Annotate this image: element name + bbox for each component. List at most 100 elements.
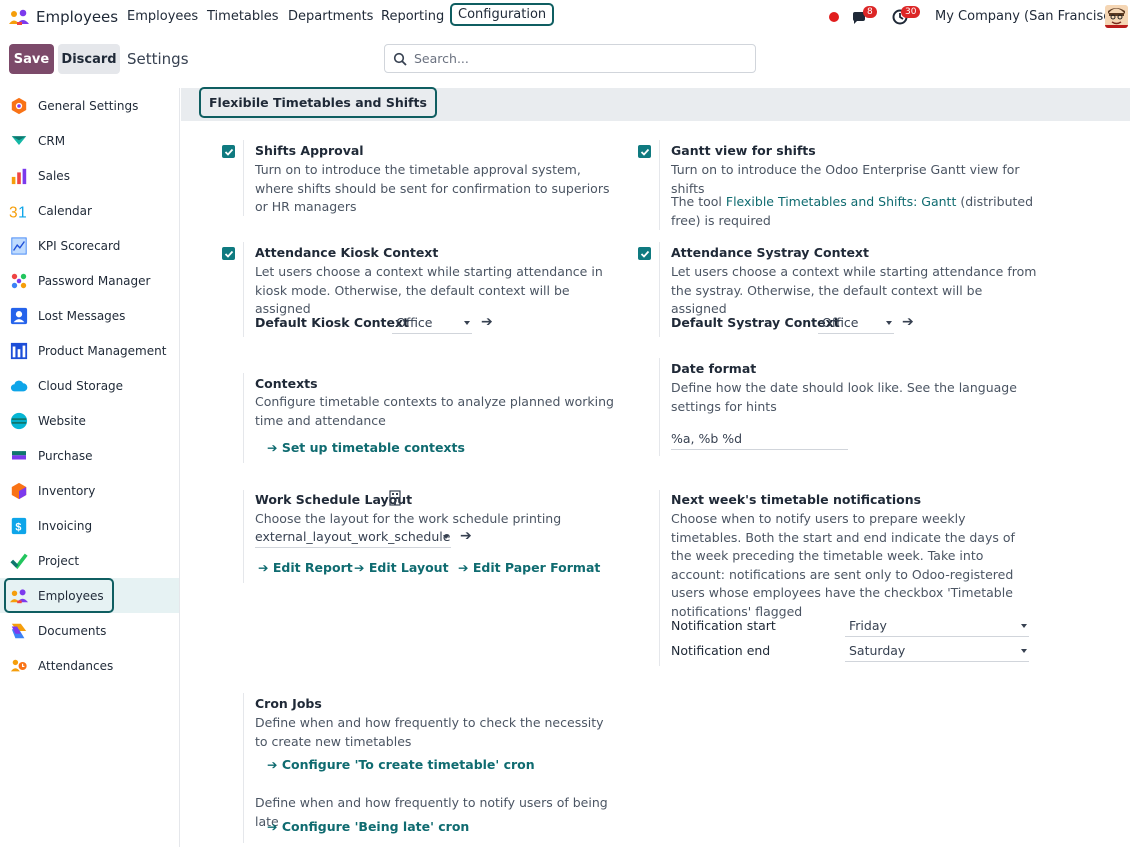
section-title: Flexibile Timetables and Shifts [199, 87, 437, 118]
chevron-down-icon [886, 321, 892, 325]
edit-paper-format-link[interactable]: ➔ Edit Paper Format [458, 560, 600, 575]
crm-icon [9, 131, 29, 151]
calendar-icon: 31 [9, 201, 29, 221]
systray-context-checkbox[interactable] [638, 247, 651, 260]
sidebar-item-sales[interactable]: Sales [0, 158, 179, 193]
sidebar-item-password-manager[interactable]: Password Manager [0, 263, 179, 298]
shifts-approval-desc: Turn on to introduce the timetable appro… [255, 162, 610, 214]
messages-badge: 8 [863, 6, 877, 18]
status-dot-icon[interactable] [829, 12, 839, 22]
sidebar-item-general-settings[interactable]: General Settings [0, 88, 179, 123]
contexts-title: Contexts [255, 376, 318, 391]
top-navbar: Employees Employees Timetables Departmen… [0, 0, 1130, 34]
notification-start-label: Notification start [671, 618, 776, 633]
save-button[interactable]: Save [9, 44, 54, 74]
gantt-view-checkbox[interactable] [638, 145, 651, 158]
default-systray-context-label: Default Systray Context [671, 315, 840, 330]
sidebar-item-calendar[interactable]: 31 Calendar [0, 193, 179, 228]
sidebar-item-inventory[interactable]: Inventory [0, 473, 179, 508]
sidebar-item-invoicing[interactable]: $ Invoicing [0, 508, 179, 543]
notification-start-value: Friday [849, 618, 887, 633]
sidebar-item-label: Password Manager [38, 273, 151, 288]
gantt-tool-link[interactable]: Flexible Timetables and Shifts: Gantt [726, 194, 956, 209]
breadcrumb: Settings [127, 50, 189, 68]
setup-timetable-contexts-label: Set up timetable contexts [281, 440, 465, 455]
default-systray-context-select[interactable]: Office [818, 314, 894, 334]
gantt-tool-prefix: The tool [671, 194, 726, 209]
work-schedule-open-arrow-icon[interactable]: ➔ [460, 528, 472, 544]
shifts-approval-checkbox[interactable] [222, 145, 235, 158]
purchase-icon [9, 446, 29, 466]
invoicing-icon: $ [9, 516, 29, 536]
notifications-title: Next week's timetable notifications [671, 492, 922, 507]
date-format-title: Date format [671, 361, 757, 376]
menu-timetables[interactable]: Timetables [207, 9, 279, 24]
app-title[interactable]: Employees [36, 8, 118, 26]
settings-sidebar: General Settings CRM Sales 31 Calendar K… [0, 88, 180, 847]
setup-timetable-contexts-link[interactable]: ➔ Set up timetable contexts [267, 440, 465, 455]
general-settings-icon [9, 96, 29, 116]
sidebar-item-attendances[interactable]: Attendances [0, 648, 179, 683]
chevron-down-icon [443, 535, 449, 539]
sidebar-item-employees[interactable]: Employees [0, 578, 179, 613]
edit-layout-link[interactable]: ➔ Edit Layout [354, 560, 449, 575]
sidebar-item-label: Invoicing [38, 518, 93, 533]
sidebar-item-label: Product Management [38, 343, 167, 358]
systray-context-desc: Let users choose a context while startin… [671, 264, 1037, 316]
discard-button[interactable]: Discard [58, 44, 120, 74]
sidebar-item-label: Website [38, 413, 86, 428]
setting-divider [243, 490, 244, 583]
date-format-input[interactable]: %a, %b %d [671, 430, 848, 450]
setting-divider [243, 140, 244, 216]
default-kiosk-context-value: Office [396, 315, 433, 330]
sidebar-item-purchase[interactable]: Purchase [0, 438, 179, 473]
sidebar-item-cloud-storage[interactable]: Cloud Storage [0, 368, 179, 403]
menu-reporting[interactable]: Reporting [381, 9, 444, 24]
user-avatar[interactable] [1105, 5, 1128, 28]
sidebar-item-label: Cloud Storage [38, 378, 124, 393]
company-switcher[interactable]: My Company (San Francisco) [935, 9, 1123, 24]
default-kiosk-context-select[interactable]: Office [392, 314, 472, 334]
configure-create-timetable-cron-link[interactable]: ➔ Configure 'To create timetable' cron [267, 757, 535, 772]
menu-configuration[interactable]: Configuration [450, 3, 555, 26]
inventory-icon [9, 481, 29, 501]
sidebar-item-label: Project [38, 553, 80, 568]
setting-divider [659, 242, 660, 337]
sidebar-item-label: Purchase [38, 448, 93, 463]
gantt-tool-note: The tool Flexible Timetables and Shifts:… [671, 193, 1041, 230]
systray-context-open-arrow-icon[interactable]: ➔ [902, 314, 914, 330]
sidebar-item-lost-messages[interactable]: Lost Messages [0, 298, 179, 333]
product-management-icon [9, 341, 29, 361]
search-box[interactable] [384, 44, 756, 73]
setting-divider [243, 373, 244, 463]
work-schedule-layout-select[interactable]: external_layout_work_schedule [255, 528, 451, 548]
systray-context-title: Attendance Systray Context [671, 245, 869, 260]
sales-icon [9, 166, 29, 186]
employees-app-icon[interactable] [8, 7, 30, 27]
sidebar-item-kpi-scorecard[interactable]: KPI Scorecard [0, 228, 179, 263]
shifts-approval-title: Shifts Approval [255, 143, 364, 158]
notification-end-select[interactable]: Saturday [845, 642, 1029, 662]
search-input[interactable] [414, 51, 734, 66]
sidebar-item-crm[interactable]: CRM [0, 123, 179, 158]
default-kiosk-context-label: Default Kiosk Context [255, 315, 410, 330]
cloud-storage-icon [9, 376, 29, 396]
kiosk-context-checkbox[interactable] [222, 247, 235, 260]
gantt-view-title: Gantt view for shifts [671, 143, 816, 158]
sidebar-item-website[interactable]: Website [0, 403, 179, 438]
building-icon [389, 490, 401, 506]
kiosk-context-open-arrow-icon[interactable]: ➔ [481, 314, 493, 330]
notification-start-select[interactable]: Friday [845, 617, 1029, 637]
setting-divider [659, 358, 660, 456]
sidebar-item-product-management[interactable]: Product Management [0, 333, 179, 368]
sidebar-item-documents[interactable]: Documents [0, 613, 179, 648]
menu-employees[interactable]: Employees [127, 9, 198, 24]
configure-being-late-cron-link[interactable]: ➔ Configure 'Being late' cron [267, 819, 469, 834]
edit-paper-format-label: Edit Paper Format [472, 560, 601, 575]
setting-divider [659, 140, 660, 230]
sidebar-item-label: General Settings [38, 98, 139, 113]
sidebar-item-project[interactable]: Project [0, 543, 179, 578]
edit-report-link[interactable]: ➔ Edit Report [258, 560, 353, 575]
sidebar-item-label: Calendar [38, 203, 92, 218]
menu-departments[interactable]: Departments [288, 9, 373, 24]
